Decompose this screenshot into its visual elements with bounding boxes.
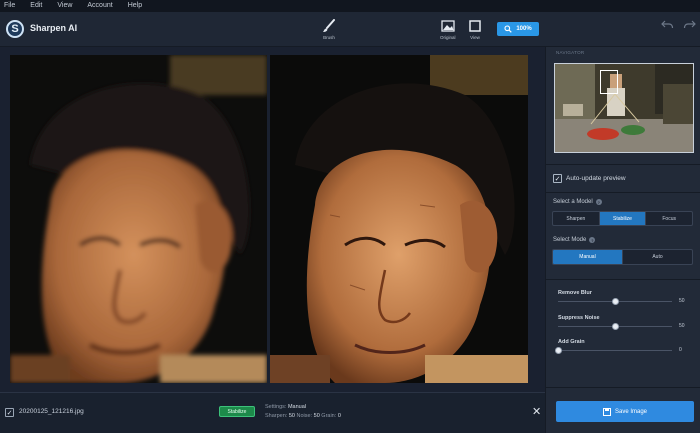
navigator-image [555,64,693,152]
redo-icon [683,20,696,29]
add-grain-slider[interactable]: Add Grain 0 [554,339,693,354]
mode-title: Select Mode [553,237,587,243]
slider-track[interactable] [558,350,672,351]
menu-bar: File Edit View Account Help [0,0,700,12]
remove-blur-slider[interactable]: Remove Blur 50 [558,290,693,305]
redo-button[interactable] [683,19,696,30]
view-label: View [470,35,480,40]
original-preview-pane[interactable] [10,55,267,383]
slider-knob[interactable] [554,347,562,354]
brush-tool-button[interactable]: Brush [322,18,336,40]
divider [546,164,700,165]
model-selector: Sharpen Stabilize Focus [552,211,693,226]
original-photo [10,55,267,383]
grain-value: 0 [337,413,341,419]
navigator-thumbnail[interactable] [554,63,694,153]
model-section-title: Select a Model ? [553,199,602,205]
noise-label: Noise: [296,413,313,419]
toolbar: S Sharpen AI Brush Original View 100% [0,12,700,47]
model-badge: Stabilize [219,406,255,417]
undo-icon [661,20,674,29]
slider-knob[interactable] [611,298,619,305]
auto-update-label: Auto-update preview [566,175,626,182]
model-option-sharpen[interactable]: Sharpen [553,212,600,225]
navigator-label: NAVIGATOR [556,50,585,55]
app-logo-icon: S [6,20,24,38]
menu-edit[interactable]: Edit [30,0,42,12]
file-bar: ✓ 20200125_121216.jpg Stabilize Settings… [0,392,545,433]
image-icon [441,18,455,33]
divider [546,192,700,193]
brush-icon [322,18,336,33]
sharpen-label: Sharpen: [265,413,288,419]
zoom-level: 100% [516,26,532,32]
remove-blur-value: 50 [679,298,685,304]
mode-selector: Manual Auto [552,249,693,265]
suppress-noise-label: Suppress Noise [558,315,600,321]
processed-photo [270,55,528,383]
model-title: Select a Model [553,199,593,205]
noise-value: 50 [313,413,320,419]
view-mode-button[interactable]: View [469,18,481,40]
file-values: Sharpen: 50 Noise: 50 Grain: 0 [265,413,341,419]
original-view-button[interactable]: Original [440,18,456,40]
add-grain-value: 0 [679,347,682,353]
model-option-focus[interactable]: Focus [646,212,692,225]
file-settings: Settings: Manual [265,404,306,410]
zoom-button[interactable]: 100% [497,22,539,36]
suppress-noise-value: 50 [679,323,685,329]
suppress-noise-slider[interactable]: Suppress Noise 50 [558,315,693,330]
slider-knob[interactable] [611,323,619,330]
menu-account[interactable]: Account [87,0,112,12]
help-icon[interactable]: ? [589,237,596,243]
image-viewer[interactable] [0,47,545,392]
processed-preview-pane[interactable] [270,55,528,383]
undo-button[interactable] [661,19,674,30]
grain-label: Grain: [321,413,337,419]
sharpen-value: 50 [288,413,295,419]
save-icon [602,407,611,416]
navigator-viewport-box[interactable] [600,70,618,94]
mode-section-title: Select Mode ? [553,237,596,243]
save-image-button[interactable]: Save Image [556,401,694,422]
zoom-icon [504,25,513,33]
brush-label: Brush [323,35,335,40]
divider [546,387,700,388]
menu-help[interactable]: Help [128,0,142,12]
remove-blur-label: Remove Blur [558,290,592,296]
menu-view[interactable]: View [57,0,72,12]
settings-label: Settings: [265,404,287,410]
original-label: Original [440,35,456,40]
mode-option-auto[interactable]: Auto [623,250,692,264]
model-option-stabilize[interactable]: Stabilize [599,212,647,225]
logo-letter: S [11,23,19,35]
settings-panel: NAVIGATOR ✓ Auto-update preview Select a… [545,47,700,433]
mode-option-manual[interactable]: Manual [553,250,623,264]
add-grain-label: Add Grain [558,339,585,345]
help-icon[interactable]: ? [595,199,602,205]
close-icon[interactable]: ✕ [532,405,541,418]
menu-file[interactable]: File [4,0,15,12]
single-view-icon [469,18,481,33]
app-title: Sharpen AI [30,23,78,33]
save-label: Save Image [614,408,648,415]
divider [546,279,700,280]
auto-update-row[interactable]: ✓ Auto-update preview [553,174,626,183]
file-name: 20200125_121216.jpg [19,408,84,415]
settings-value: Manual [287,404,306,410]
file-checkbox[interactable]: ✓ [5,408,14,417]
auto-update-checkbox[interactable]: ✓ [553,174,562,183]
